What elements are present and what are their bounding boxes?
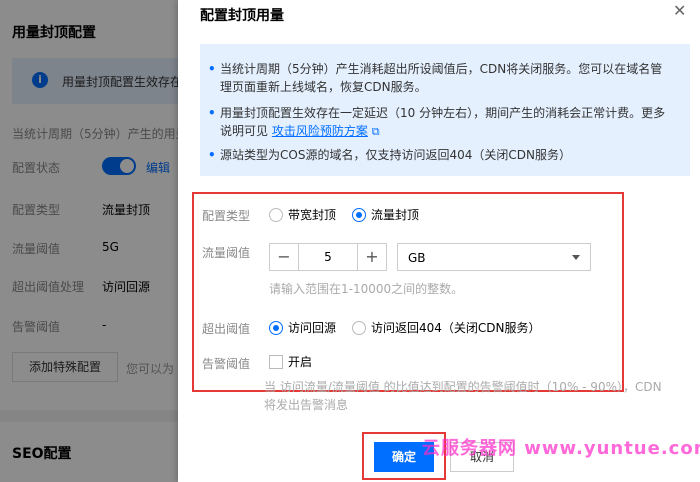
radio-circle	[269, 207, 283, 222]
exceed-threshold-label: 超出阈值	[202, 322, 251, 336]
threshold-stepper: − 5 +	[269, 243, 387, 271]
threshold-hint: 请输入范围在1-10000之间的整数。	[269, 282, 464, 296]
radio-circle-selected	[352, 207, 366, 222]
bullet-icon: •	[208, 148, 216, 162]
radio-label: 流量封顶	[371, 208, 420, 222]
checkbox-box	[269, 354, 283, 369]
config-type-label: 配置类型	[202, 209, 251, 223]
close-icon[interactable]: ✕	[673, 3, 686, 19]
info-item-3-text: 源站类型为COS源的域名，仅支持访问返回404（关闭CDN服务）	[220, 148, 571, 162]
plus-icon[interactable]: +	[357, 244, 386, 270]
radio-bandwidth-cap[interactable]: 带宽封顶	[269, 206, 336, 223]
drawer-title: 配置封顶用量	[200, 8, 284, 24]
info-item-1-text: 当统计周期（5分钟）产生消耗超出所设阈值后，CDN将关闭服务。您可以在域名管理页…	[220, 62, 663, 94]
config-drawer: 配置封顶用量 ✕ • 当统计周期（5分钟）产生消耗超出所设阈值后，CDN将关闭服…	[178, 0, 700, 482]
minus-icon[interactable]: −	[270, 244, 299, 270]
radio-back-to-origin[interactable]: 访问回源	[269, 319, 336, 336]
info-item-1: • 当统计周期（5分钟）产生消耗超出所设阈值后，CDN将关闭服务。您可以在域名管…	[208, 60, 670, 96]
alarm-note: 当 访问流量/流量阈值 的比值达到配置的告警阈值时（10% - 90%），CDN…	[264, 380, 662, 412]
bullet-icon: •	[208, 106, 216, 120]
external-link-icon[interactable]: ⧉	[372, 125, 380, 138]
watermark: 云服务器网 www.yuntue.com	[422, 438, 700, 459]
info-item-3: • 源站类型为COS源的域名，仅支持访问返回404（关闭CDN服务）	[208, 146, 670, 164]
checkbox-label: 开启	[288, 355, 313, 369]
radio-label: 带宽封顶	[288, 208, 337, 222]
bullet-icon: •	[208, 62, 216, 76]
unit-select[interactable]: GB	[397, 243, 591, 271]
radio-traffic-cap[interactable]: 流量封顶	[352, 206, 419, 223]
chevron-down-icon	[572, 255, 580, 260]
attack-prevention-link[interactable]: 攻击风险预防方案	[272, 124, 368, 138]
radio-circle	[352, 320, 366, 335]
radio-label: 访问返回404（关闭CDN服务）	[371, 321, 541, 335]
traffic-threshold-label: 流量阈值	[202, 246, 251, 260]
alarm-enable-checkbox[interactable]: 开启	[269, 353, 312, 370]
info-box: • 当统计周期（5分钟）产生消耗超出所设阈值后，CDN将关闭服务。您可以在域名管…	[200, 44, 690, 176]
radio-circle-selected	[269, 320, 283, 335]
info-item-2: • 用量封顶配置生效存在一定延迟（10 分钟左右），期间产生的消耗会正常计费。更…	[208, 104, 670, 141]
threshold-input[interactable]: 5	[299, 244, 357, 270]
radio-label: 访问回源	[288, 321, 337, 335]
unit-select-value: GB	[408, 251, 426, 265]
config-form: 配置类型 带宽封顶 流量封顶 流量阈值 − 5 + GB 请输入范围在1-100…	[192, 192, 624, 392]
radio-return-404[interactable]: 访问返回404（关闭CDN服务）	[352, 319, 541, 336]
alarm-threshold-label: 告警阈值	[202, 357, 251, 371]
